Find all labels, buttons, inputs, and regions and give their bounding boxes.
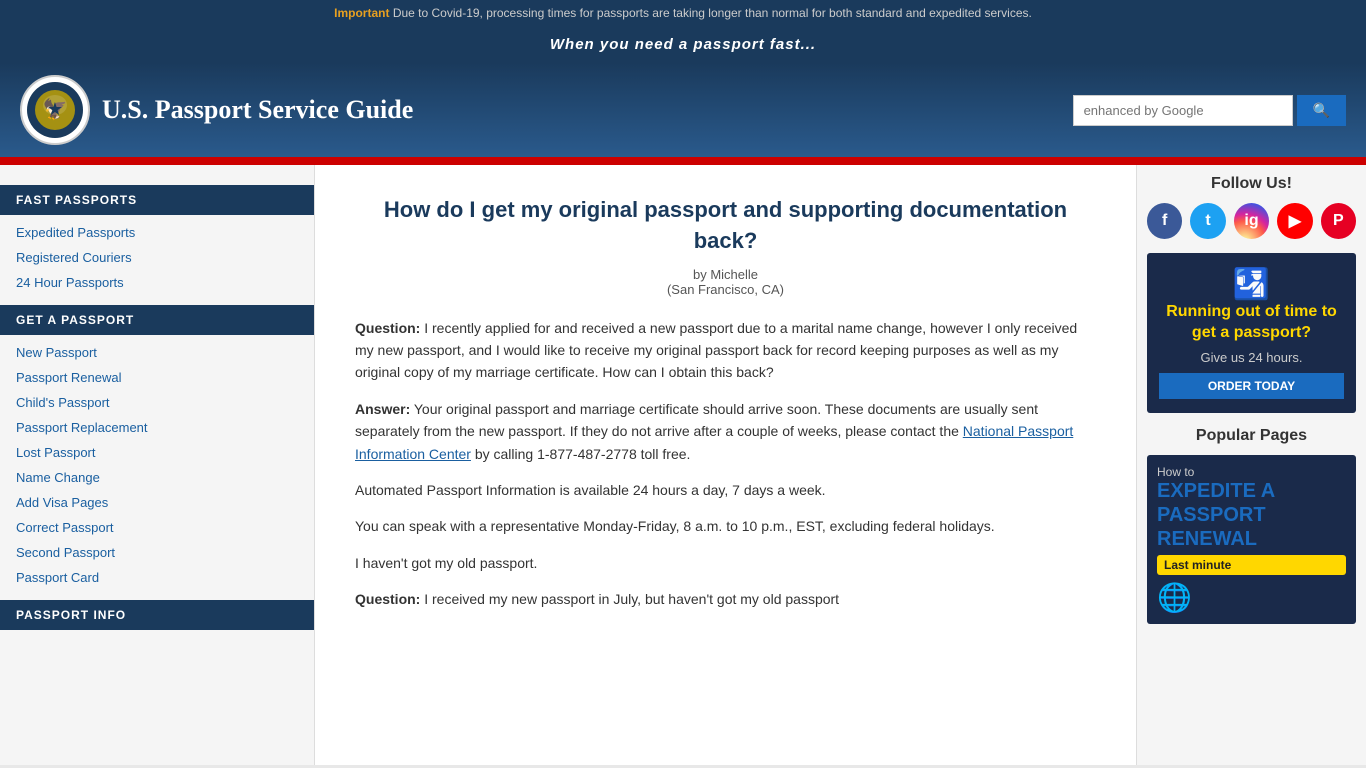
instagram-icon[interactable]: ig <box>1234 203 1269 239</box>
question2-paragraph: Question: I received my new passport in … <box>355 588 1096 610</box>
ad-text: Running out of time to get a passport? <box>1159 302 1344 344</box>
top-bar: Important Due to Covid-19, processing ti… <box>0 0 1366 26</box>
passport-ad-box: 🛂 Running out of time to get a passport?… <box>1147 253 1356 413</box>
sidebar-item-24-hour-passports[interactable]: 24 Hour Passports <box>0 270 314 295</box>
speak-info: You can speak with a representative Mond… <box>355 515 1096 537</box>
sidebar-item-lost-passport[interactable]: Lost Passport <box>0 440 314 465</box>
important-label: Important <box>334 6 389 20</box>
site-title: U.S. Passport Service Guide <box>102 95 413 125</box>
logo-circle: 🦅 ★ <box>20 75 90 145</box>
answer-label: Answer: <box>355 401 410 417</box>
expedite-text: EXPEDITE A PASSPORT RENEWAL <box>1157 479 1346 551</box>
question-label: Question: <box>355 320 420 336</box>
passport-seal-icon: 🛂 <box>1159 267 1344 302</box>
how-to-label: How to <box>1157 465 1346 479</box>
sidebar-item-expedited-passports[interactable]: Expedited Passports <box>0 220 314 245</box>
tagline-text: When you need a passport fast... <box>550 36 816 53</box>
answer-paragraph: Answer: Your original passport and marri… <box>355 398 1096 465</box>
automated-info: Automated Passport Information is availa… <box>355 479 1096 501</box>
author-name: by Michelle <box>355 267 1096 282</box>
search-button[interactable]: 🔍 <box>1297 95 1346 126</box>
question2-label: Question: <box>355 591 420 607</box>
question-paragraph: Question: I recently applied for and rec… <box>355 317 1096 384</box>
right-sidebar: Follow Us! f t ig ▶ P 🛂 Running out of t… <box>1136 165 1366 765</box>
sidebar-item-new-passport[interactable]: New Passport <box>0 340 314 365</box>
facebook-icon[interactable]: f <box>1147 203 1182 239</box>
last-minute-badge: Last minute <box>1157 555 1346 575</box>
author-location: (San Francisco, CA) <box>355 282 1096 297</box>
passport-info-heading: PASSPORT INFO <box>0 600 314 630</box>
main-layout: FAST PASSPORTS Expedited Passports Regis… <box>0 165 1366 765</box>
sidebar-item-registered-couriers[interactable]: Registered Couriers <box>0 245 314 270</box>
svg-text:★: ★ <box>47 99 63 119</box>
popular-ad-box: How to EXPEDITE A PASSPORT RENEWAL Last … <box>1147 455 1356 624</box>
left-sidebar: FAST PASSPORTS Expedited Passports Regis… <box>0 165 315 765</box>
answer-text-1: Your original passport and marriage cert… <box>355 401 1038 439</box>
sidebar-item-passport-renewal[interactable]: Passport Renewal <box>0 365 314 390</box>
social-icons: f t ig ▶ P <box>1147 203 1356 239</box>
question2-text: I received my new passport in July, but … <box>424 591 839 607</box>
page-title: How do I get my original passport and su… <box>355 195 1096 257</box>
get-passport-heading: GET A PASSPORT <box>0 305 314 335</box>
passport-globe-icon: 🌐 <box>1157 581 1346 614</box>
covid-notice: Due to Covid-19, processing times for pa… <box>393 6 1032 20</box>
header: 🦅 ★ U.S. Passport Service Guide 🔍 <box>0 63 1366 161</box>
order-today-button[interactable]: ORDER TODAY <box>1159 373 1344 399</box>
content-byline: by Michelle (San Francisco, CA) <box>355 267 1096 297</box>
ad-subtext: Give us 24 hours. <box>1159 350 1344 365</box>
content-body: Question: I recently applied for and rec… <box>355 317 1096 611</box>
search-input[interactable] <box>1073 95 1293 126</box>
sidebar-item-passport-card[interactable]: Passport Card <box>0 565 314 590</box>
old-passport-text: I haven't got my old passport. <box>355 552 1096 574</box>
question-text: I recently applied for and received a ne… <box>355 320 1077 381</box>
sidebar-item-second-passport[interactable]: Second Passport <box>0 540 314 565</box>
main-content: How do I get my original passport and su… <box>315 165 1136 765</box>
fast-passports-heading: FAST PASSPORTS <box>0 185 314 215</box>
sidebar-item-add-visa-pages[interactable]: Add Visa Pages <box>0 490 314 515</box>
popular-title: Popular Pages <box>1147 427 1356 445</box>
logo-icon: 🦅 ★ <box>25 80 85 140</box>
sidebar-item-name-change[interactable]: Name Change <box>0 465 314 490</box>
search-icon: 🔍 <box>1313 102 1330 118</box>
sidebar-item-childs-passport[interactable]: Child's Passport <box>0 390 314 415</box>
pinterest-icon[interactable]: P <box>1321 203 1356 239</box>
twitter-icon[interactable]: t <box>1190 203 1225 239</box>
follow-title: Follow Us! <box>1147 175 1356 193</box>
answer-text-2: by calling 1-877-487-2778 toll free. <box>475 446 691 462</box>
tagline-bar: When you need a passport fast... <box>0 26 1366 63</box>
sidebar-item-passport-replacement[interactable]: Passport Replacement <box>0 415 314 440</box>
youtube-icon[interactable]: ▶ <box>1277 203 1312 239</box>
logo-area: 🦅 ★ U.S. Passport Service Guide <box>20 75 413 145</box>
search-area: 🔍 <box>1073 95 1346 126</box>
sidebar-item-correct-passport[interactable]: Correct Passport <box>0 515 314 540</box>
